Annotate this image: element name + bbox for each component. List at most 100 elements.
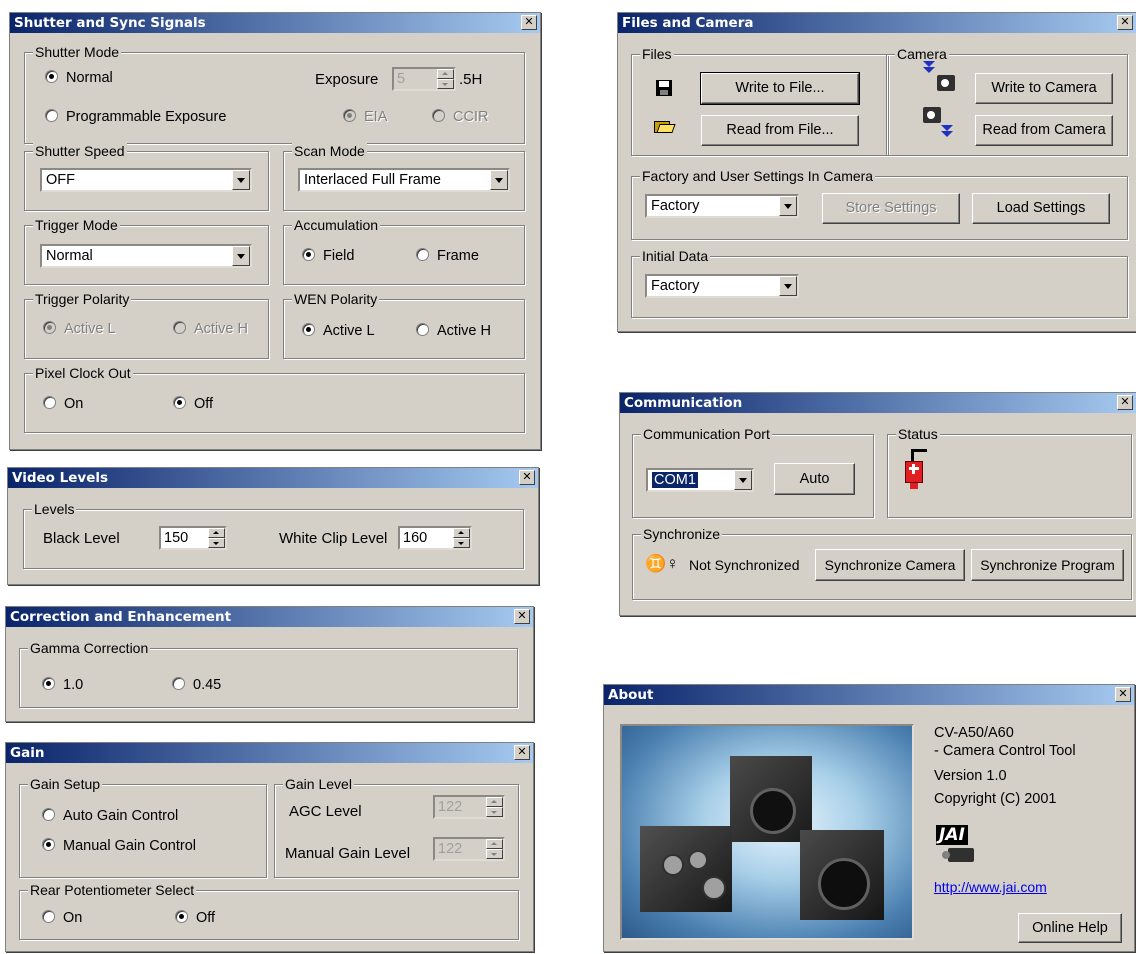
auto-button[interactable]: Auto	[774, 463, 855, 495]
spin-up-icon[interactable]	[453, 528, 470, 538]
wen-active-l-radio[interactable]: Active L	[302, 322, 375, 340]
auto-gain-radio[interactable]: Auto Gain Control	[42, 807, 178, 825]
radio-icon	[42, 838, 55, 851]
spin-down-icon[interactable]	[437, 79, 454, 89]
wen-polarity-legend: WEN Polarity	[292, 290, 380, 308]
load-settings-button[interactable]: Load Settings	[972, 193, 1110, 224]
correction-titlebar[interactable]: Correction and Enhancement ✕	[6, 607, 533, 627]
shutter-window: Shutter and Sync Signals ✕ Shutter Mode …	[9, 12, 541, 450]
scan-mode-select[interactable]: Interlaced Full Frame	[298, 168, 510, 192]
about-titlebar[interactable]: About ✕	[604, 685, 1134, 705]
rear-pot-legend: Rear Potentiometer Select	[28, 881, 197, 899]
gamma-1-radio[interactable]: 1.0	[42, 676, 83, 694]
store-settings-button[interactable]: Store Settings	[822, 193, 960, 224]
close-icon[interactable]: ✕	[514, 745, 530, 760]
ccir-radio[interactable]: CCIR	[432, 108, 488, 126]
spin-up-icon[interactable]	[437, 69, 454, 79]
agc-level-spinner[interactable]: 122	[433, 795, 505, 819]
initial-data-select[interactable]: Factory	[645, 274, 799, 298]
spin-up-icon[interactable]	[486, 839, 503, 849]
write-to-file-button[interactable]: Write to File...	[700, 72, 860, 105]
website-link[interactable]: http://www.jai.com	[934, 879, 1047, 895]
radio-icon	[302, 248, 315, 261]
exposure-spinner[interactable]: 5	[392, 67, 456, 91]
comm-port-select[interactable]: COM1	[646, 468, 754, 492]
pixel-clock-legend: Pixel Clock Out	[33, 364, 133, 382]
comm-port-group: Communication Port COM1 Auto	[632, 425, 874, 518]
factory-settings-select[interactable]: Factory	[645, 194, 799, 218]
radio-icon	[45, 109, 58, 122]
pixel-off-radio[interactable]: Off	[173, 395, 213, 413]
spin-up-icon[interactable]	[486, 797, 503, 807]
chevron-down-icon[interactable]	[779, 196, 797, 216]
gamma-group: Gamma Correction 1.0 0.45	[19, 639, 518, 708]
disconnected-plug-icon	[903, 449, 929, 493]
exposure-label: Exposure	[315, 71, 379, 88]
read-from-file-button[interactable]: Read from File...	[701, 115, 859, 146]
close-icon[interactable]: ✕	[1117, 15, 1133, 30]
chevron-down-icon[interactable]	[232, 170, 250, 190]
shutter-normal-radio[interactable]: Normal	[45, 69, 113, 87]
radio-icon	[173, 321, 186, 334]
accum-frame-radio[interactable]: Frame	[416, 247, 479, 265]
factory-settings-group: Factory and User Settings In Camera Fact…	[631, 167, 1128, 240]
write-to-camera-button[interactable]: Write to Camera	[975, 73, 1113, 104]
white-clip-spinner[interactable]: 160	[398, 526, 472, 550]
radio-icon	[172, 677, 185, 690]
radio-icon	[343, 109, 356, 122]
rear-pot-group: Rear Potentiometer Select On Off	[19, 881, 519, 940]
spin-down-icon[interactable]	[453, 538, 470, 548]
read-from-camera-button[interactable]: Read from Camera	[975, 115, 1113, 146]
radio-icon	[416, 323, 429, 336]
rear-on-radio[interactable]: On	[42, 909, 82, 927]
chevron-down-icon[interactable]	[232, 246, 250, 266]
manual-gain-label: Manual Gain Level	[285, 845, 411, 862]
spin-down-icon[interactable]	[486, 849, 503, 859]
gain-titlebar[interactable]: Gain ✕	[6, 743, 533, 763]
communication-titlebar[interactable]: Communication ✕	[620, 393, 1136, 413]
close-icon[interactable]: ✕	[1117, 395, 1133, 410]
manual-gain-radio[interactable]: Manual Gain Control	[42, 837, 196, 855]
gain-level-group: Gain Level AGC Level 122 Manual Gain Lev…	[274, 775, 519, 878]
shutter-speed-select[interactable]: OFF	[40, 168, 252, 192]
spin-up-icon[interactable]	[208, 528, 225, 538]
synchronize-program-button[interactable]: Synchronize Program	[971, 549, 1124, 581]
wen-active-h-radio[interactable]: Active H	[416, 322, 491, 340]
camera-group: Camera Write to Camera Read from Camera	[886, 45, 1128, 156]
shutter-programmable-radio[interactable]: Programmable Exposure	[45, 108, 226, 126]
chevron-down-icon[interactable]	[734, 470, 752, 490]
rear-off-radio[interactable]: Off	[175, 909, 215, 927]
chevron-down-icon[interactable]	[779, 276, 797, 296]
initial-data-legend: Initial Data	[640, 247, 711, 265]
pixel-on-radio[interactable]: On	[43, 395, 83, 413]
about-product: CV-A50/A60	[934, 725, 1014, 741]
online-help-button[interactable]: Online Help	[1018, 913, 1122, 943]
radio-icon	[416, 248, 429, 261]
eia-radio[interactable]: EIA	[343, 108, 387, 126]
gamma-045-radio[interactable]: 0.45	[172, 676, 221, 694]
chevron-down-icon[interactable]	[490, 170, 508, 190]
radio-icon	[302, 323, 315, 336]
black-level-spinner[interactable]: 150	[159, 526, 227, 550]
shutter-mode-group: Shutter Mode Normal Programmable Exposur…	[24, 43, 525, 144]
spin-down-icon[interactable]	[486, 807, 503, 817]
trigger-active-l-radio[interactable]: Active L	[43, 320, 116, 338]
close-icon[interactable]: ✕	[521, 15, 537, 30]
download-to-camera-icon	[923, 61, 959, 97]
manual-gain-spinner[interactable]: 122	[433, 837, 505, 861]
spin-down-icon[interactable]	[208, 538, 225, 548]
close-icon[interactable]: ✕	[514, 609, 530, 624]
wen-polarity-group: WEN Polarity Active L Active H	[283, 290, 525, 359]
video-titlebar[interactable]: Video Levels ✕	[8, 468, 538, 488]
shutter-titlebar[interactable]: Shutter and Sync Signals ✕	[10, 13, 540, 33]
close-icon[interactable]: ✕	[519, 470, 535, 485]
trigger-mode-select[interactable]: Normal	[40, 244, 252, 268]
files-titlebar[interactable]: Files and Camera ✕	[618, 13, 1136, 33]
trigger-active-h-radio[interactable]: Active H	[173, 320, 248, 338]
upload-from-camera-icon	[923, 107, 959, 145]
accum-field-radio[interactable]: Field	[302, 247, 354, 265]
close-icon[interactable]: ✕	[1115, 687, 1131, 702]
synchronize-camera-button[interactable]: Synchronize Camera	[815, 549, 965, 581]
exposure-unit: .5H	[459, 71, 483, 88]
jai-logo: JAI	[934, 825, 980, 867]
